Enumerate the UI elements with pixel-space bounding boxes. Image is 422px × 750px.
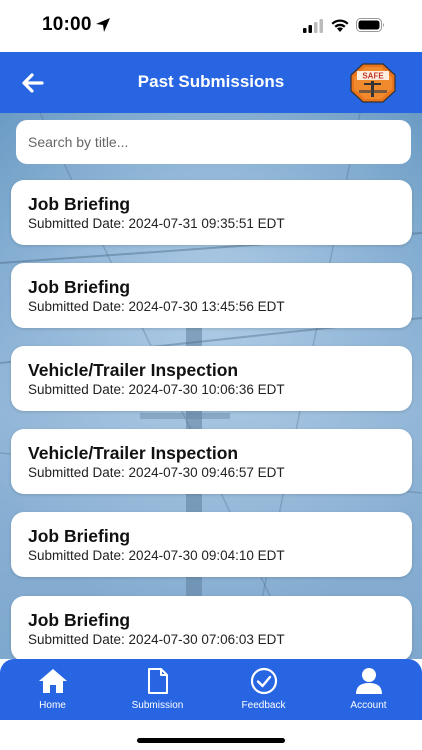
submission-title: Vehicle/Trailer Inspection (28, 443, 239, 463)
wifi-icon (331, 19, 349, 32)
status-bar: 10:00 (0, 0, 422, 52)
submission-card[interactable]: Vehicle/Trailer Inspection Submitted Dat… (11, 346, 412, 411)
submission-title: Job Briefing (28, 277, 131, 297)
submission-date: Submitted Date: 2024-07-30 13:45:56 EDT (28, 299, 285, 314)
submission-card[interactable]: Job Briefing Submitted Date: 2024-07-30 … (11, 263, 412, 328)
signal-icon (303, 19, 323, 33)
tab-label: Home (39, 700, 66, 711)
tab-submission[interactable]: Submission (105, 659, 210, 720)
safe-logo: SAFE (350, 63, 396, 103)
submission-title: Job Briefing (28, 610, 131, 630)
submission-date: Submitted Date: 2024-07-30 07:06:03 EDT (28, 632, 285, 647)
tab-label: Submission (131, 700, 184, 711)
search-input[interactable] (16, 120, 411, 164)
tab-bar: Home Submission Feedback Account (0, 659, 422, 720)
tab-account[interactable]: Account (316, 659, 421, 720)
submission-date: Submitted Date: 2024-07-30 09:46:57 EDT (28, 465, 285, 480)
home-icon (38, 669, 67, 693)
submission-title: Job Briefing (28, 194, 131, 214)
tab-feedback[interactable]: Feedback (211, 659, 316, 720)
home-indicator-area (0, 720, 422, 750)
submission-card[interactable]: Job Briefing Submitted Date: 2024-07-30 … (11, 596, 412, 661)
battery-icon (356, 18, 384, 32)
document-icon (147, 668, 168, 694)
tab-label: Feedback (241, 700, 286, 711)
submission-title: Vehicle/Trailer Inspection (28, 360, 239, 380)
submission-card[interactable]: Job Briefing Submitted Date: 2024-07-31 … (11, 180, 412, 245)
submission-date: Submitted Date: 2024-07-30 10:06:36 EDT (28, 382, 285, 397)
home-indicator[interactable] (137, 738, 285, 743)
submission-date: Submitted Date: 2024-07-31 09:35:51 EDT (28, 216, 285, 231)
check-circle-icon (250, 667, 277, 695)
status-time: 10:00 (42, 14, 92, 35)
submission-title: Job Briefing (28, 526, 131, 546)
submission-card[interactable]: Vehicle/Trailer Inspection Submitted Dat… (11, 429, 412, 494)
submission-date: Submitted Date: 2024-07-30 09:04:10 EDT (28, 548, 285, 563)
logo-text: SAFE (362, 72, 384, 81)
location-arrow-icon (96, 18, 110, 32)
tab-label: Account (350, 700, 387, 711)
user-icon (355, 668, 382, 694)
app-header: Past Submissions SAFE (0, 52, 422, 113)
submission-card[interactable]: Job Briefing Submitted Date: 2024-07-30 … (11, 512, 412, 577)
tab-home[interactable]: Home (0, 659, 105, 720)
